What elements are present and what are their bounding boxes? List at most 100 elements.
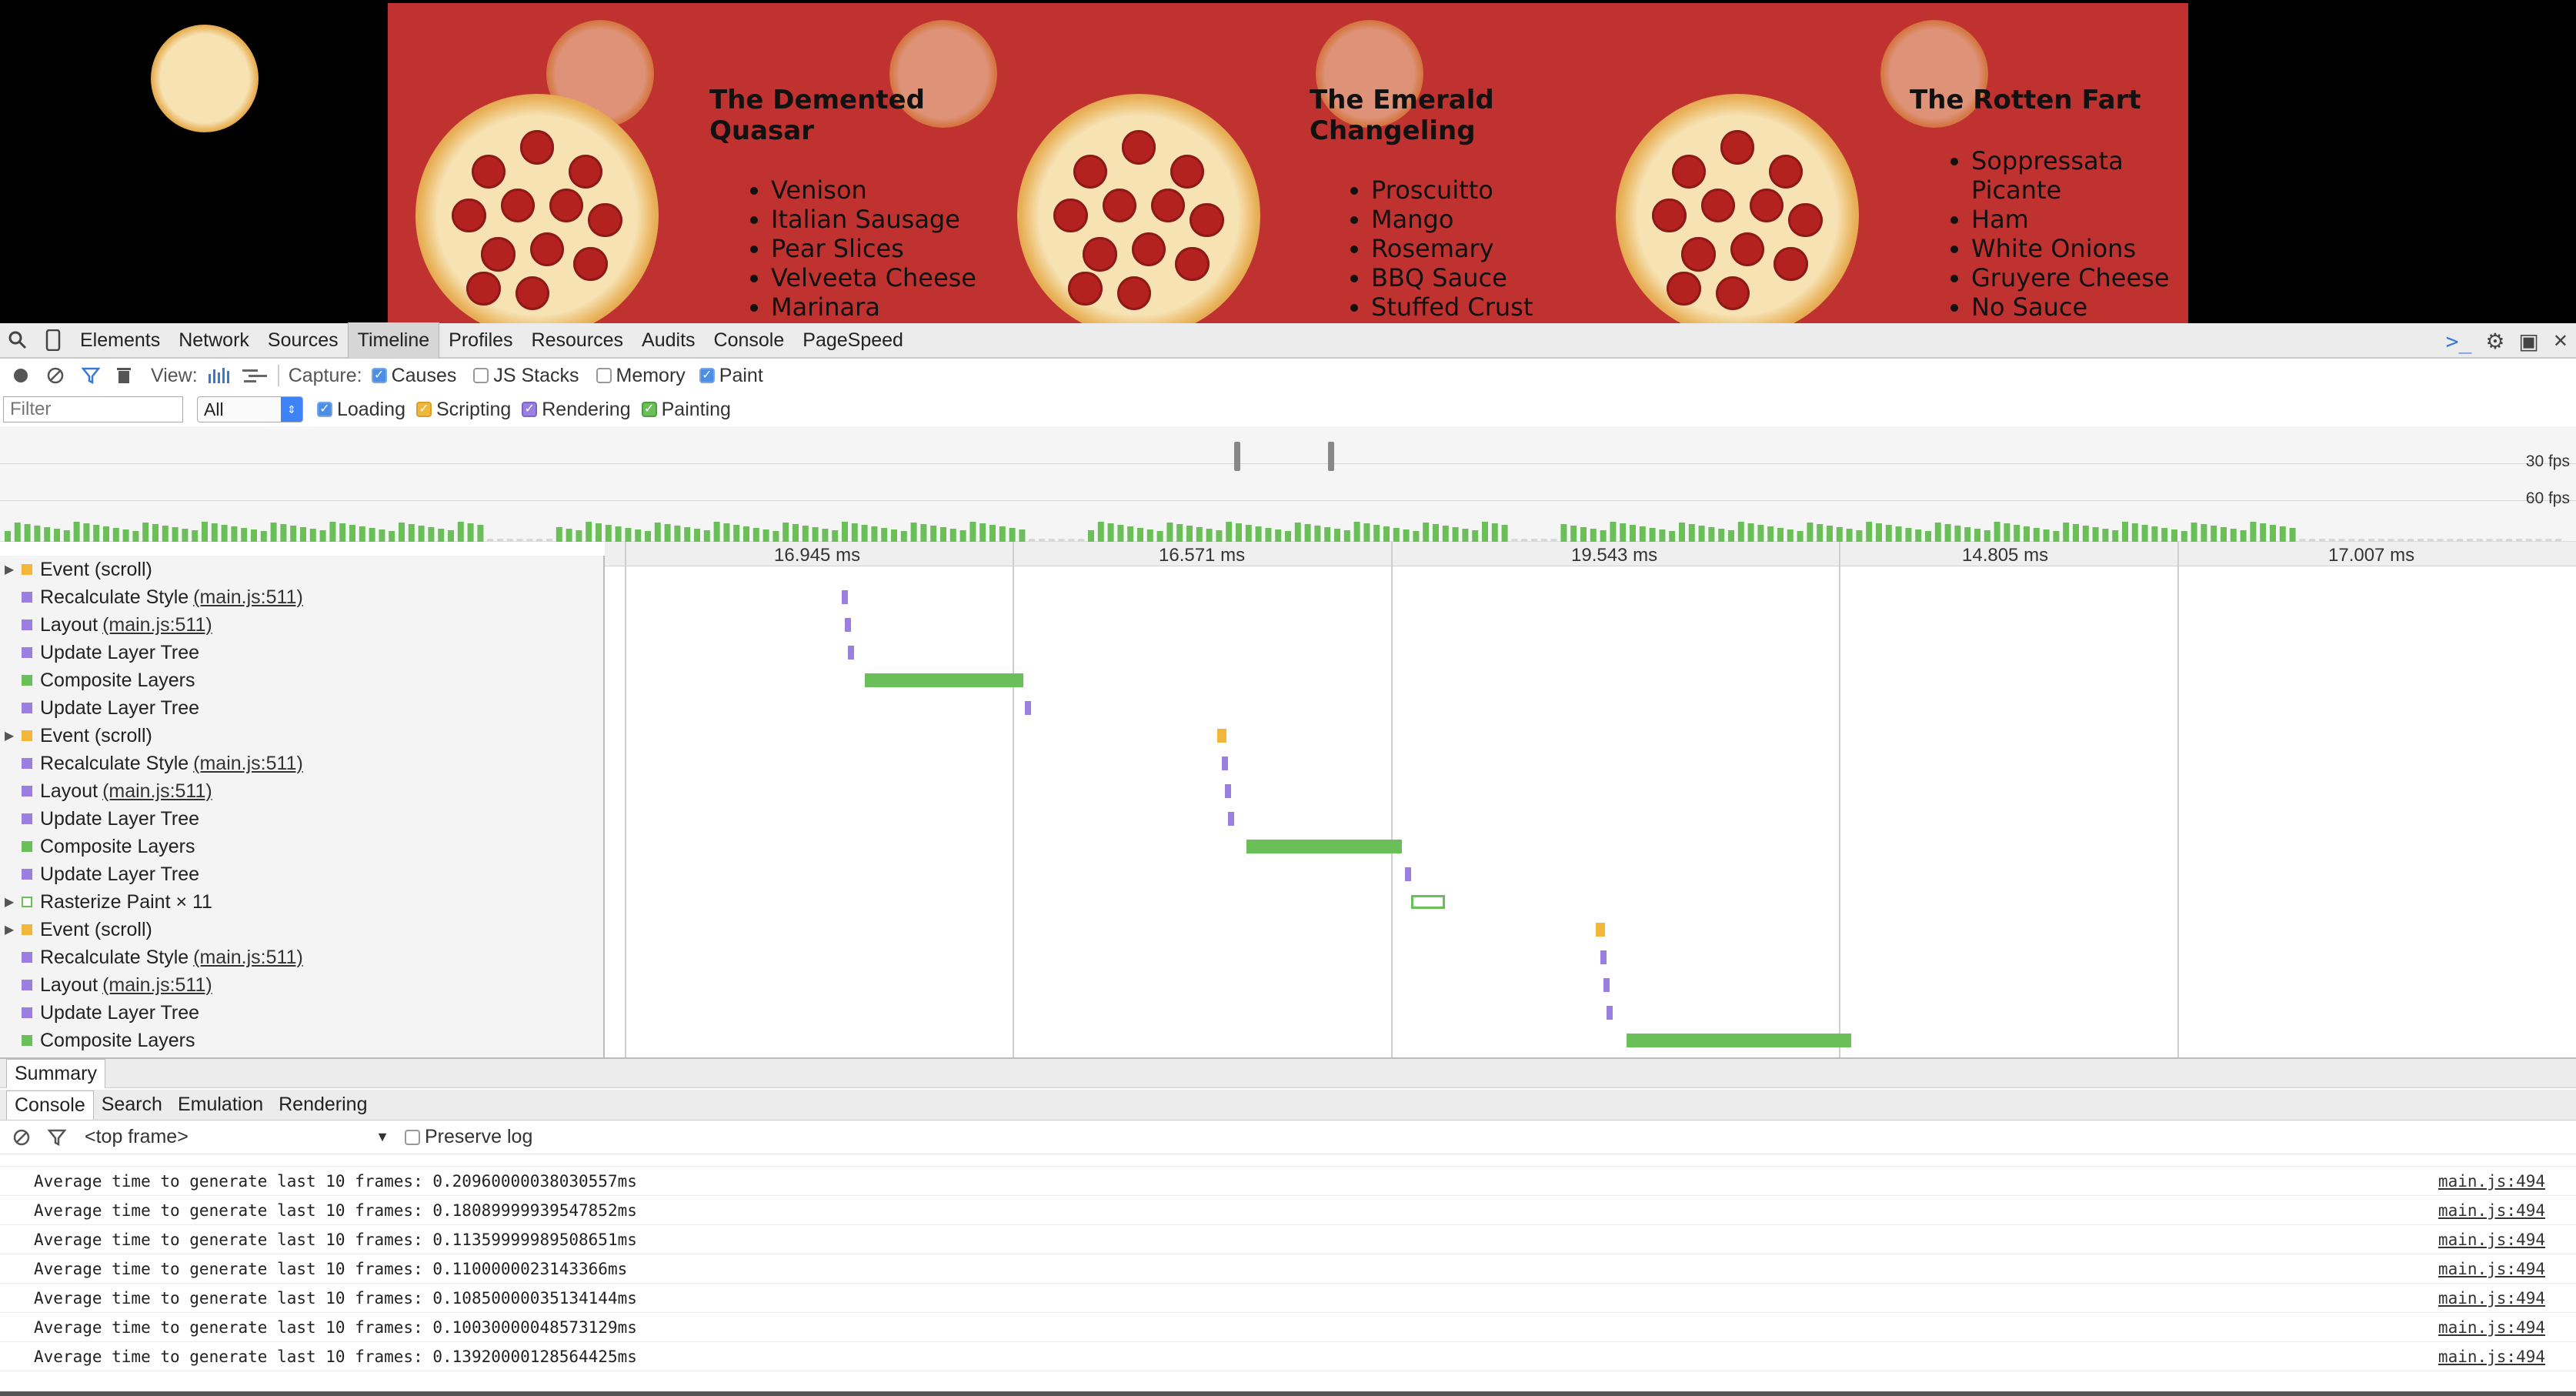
filter-input[interactable]: [3, 396, 183, 422]
event-bar[interactable]: [1607, 1006, 1613, 1020]
tab-rendering[interactable]: Rendering: [271, 1090, 375, 1119]
timeline-record[interactable]: ▶ Rasterize Paint × 11: [0, 888, 603, 916]
pepperoni-icon: [1652, 198, 1687, 233]
timeline-chart[interactable]: 16.945 ms 16.571 ms 19.543 ms 14.805 ms 17.0…: [605, 542, 2576, 1057]
console-source-link[interactable]: main.js:494: [2438, 1201, 2545, 1220]
timeline-record[interactable]: Layout (main.js:511): [0, 971, 603, 999]
tab-emulation[interactable]: Emulation: [170, 1090, 271, 1119]
scripting-checkbox[interactable]: ✓ Scripting: [415, 399, 511, 421]
clear-console-icon[interactable]: [12, 1128, 31, 1147]
tab-network[interactable]: Network: [169, 322, 259, 358]
device-mode-icon[interactable]: [35, 322, 71, 358]
trash-icon[interactable]: [115, 366, 132, 385]
timeline-record[interactable]: Layout (main.js:511): [0, 777, 603, 805]
timeline-record[interactable]: Update Layer Tree: [0, 860, 603, 888]
timeline-record[interactable]: Update Layer Tree: [0, 639, 603, 666]
causes-checkbox[interactable]: ✓ Causes: [371, 365, 456, 387]
event-bar[interactable]: [1228, 812, 1234, 826]
frame-bar: [1728, 530, 1734, 542]
frames-view-icon[interactable]: [207, 366, 232, 385]
checkbox-checked-icon: ✓: [415, 402, 432, 417]
record-icon[interactable]: [12, 367, 29, 384]
record-source-link[interactable]: (main.js:511): [102, 614, 212, 636]
console-drawer-icon[interactable]: >_: [2446, 329, 2472, 354]
tab-profiles[interactable]: Profiles: [439, 322, 522, 358]
record-source-link[interactable]: (main.js:511): [102, 780, 212, 803]
event-bar[interactable]: [1405, 867, 1411, 881]
frame-bar: [920, 524, 927, 542]
paint-checkbox[interactable]: ✓ Paint: [699, 365, 763, 387]
console-source-link[interactable]: main.js:494: [2438, 1231, 2545, 1249]
painting-checkbox[interactable]: ✓ Painting: [641, 399, 731, 421]
timeline-record[interactable]: Composite Layers: [0, 833, 603, 860]
memory-checkbox[interactable]: Memory: [596, 365, 686, 387]
tab-sources[interactable]: Sources: [259, 322, 348, 358]
event-bar[interactable]: [848, 646, 854, 660]
expand-triangle-icon[interactable]: ▶: [5, 922, 14, 937]
event-bar[interactable]: [842, 590, 848, 604]
event-bar[interactable]: [845, 618, 851, 632]
event-bar[interactable]: [1225, 784, 1231, 798]
tab-search[interactable]: Search: [94, 1090, 170, 1119]
event-bar[interactable]: [1411, 895, 1445, 909]
record-source-link[interactable]: (main.js:511): [102, 974, 212, 997]
tab-resources[interactable]: Resources: [522, 322, 633, 358]
tab-elements[interactable]: Elements: [71, 322, 169, 358]
tab-summary[interactable]: Summary: [6, 1058, 105, 1088]
timeline-record[interactable]: Composite Layers: [0, 666, 603, 694]
timeline-record[interactable]: Recalculate Style (main.js:511): [0, 750, 603, 777]
event-bar[interactable]: [1600, 950, 1607, 964]
timeline-record[interactable]: ▶ Event (scroll): [0, 916, 603, 943]
console-source-link[interactable]: main.js:494: [2438, 1348, 2545, 1366]
timeline-record[interactable]: Recalculate Style (main.js:511): [0, 943, 603, 971]
tab-pagespeed[interactable]: PageSpeed: [793, 322, 913, 358]
event-bar[interactable]: [1596, 923, 1605, 937]
timeline-record[interactable]: Update Layer Tree: [0, 805, 603, 833]
event-bar[interactable]: [1627, 1034, 1851, 1047]
event-bar[interactable]: [1603, 978, 1610, 992]
event-bar[interactable]: [1025, 701, 1031, 715]
tab-console-drawer[interactable]: Console: [6, 1090, 94, 1120]
event-bar[interactable]: [865, 673, 1023, 687]
record-source-link[interactable]: (main.js:511): [193, 753, 303, 775]
frame-select[interactable]: <top frame> ▼: [85, 1126, 389, 1148]
event-bar[interactable]: [1222, 756, 1228, 770]
clear-icon[interactable]: [46, 366, 65, 385]
category-select[interactable]: All ⇕: [197, 396, 303, 422]
tab-timeline[interactable]: Timeline: [347, 322, 440, 358]
search-icon[interactable]: [0, 322, 35, 358]
dock-side-icon[interactable]: ▣: [2518, 329, 2538, 354]
expand-triangle-icon[interactable]: ▶: [5, 562, 14, 577]
timeline-record[interactable]: Composite Layers: [0, 1027, 603, 1054]
rendering-checkbox[interactable]: ✓ Rendering: [522, 399, 631, 421]
js-stacks-checkbox[interactable]: JS Stacks: [473, 365, 579, 387]
console-filter-icon[interactable]: [48, 1128, 66, 1147]
timeline-record[interactable]: ▶ Event (scroll): [0, 556, 603, 583]
timeline-record[interactable]: Update Layer Tree: [0, 694, 603, 722]
timeline-record[interactable]: Layout (main.js:511): [0, 611, 603, 639]
tab-audits[interactable]: Audits: [632, 322, 704, 358]
timeline-overview[interactable]: 30 fps 60 fps: [0, 426, 2576, 542]
event-bar[interactable]: [1217, 729, 1226, 743]
tab-console[interactable]: Console: [705, 322, 794, 358]
timeline-record[interactable]: ▶ Event (scroll): [0, 722, 603, 750]
console-source-link[interactable]: main.js:494: [2438, 1318, 2545, 1337]
page-viewport[interactable]: The DementedQuasar VenisonItalian Sausag…: [0, 0, 2576, 323]
filter-icon[interactable]: [82, 366, 100, 385]
console-source-link[interactable]: main.js:494: [2438, 1289, 2545, 1307]
console-source-link[interactable]: main.js:494: [2438, 1172, 2545, 1191]
record-source-link[interactable]: (main.js:511): [193, 947, 303, 969]
close-icon[interactable]: ✕: [2553, 330, 2568, 352]
console-source-link[interactable]: main.js:494: [2438, 1260, 2545, 1278]
loading-checkbox[interactable]: ✓ Loading: [317, 399, 405, 421]
expand-triangle-icon[interactable]: ▶: [5, 728, 14, 743]
timeline-record[interactable]: Recalculate Style (main.js:511): [0, 583, 603, 611]
gear-icon[interactable]: ⚙: [2485, 329, 2504, 354]
events-view-icon[interactable]: [241, 366, 269, 385]
record-label: Update Layer Tree: [40, 807, 200, 830]
event-bar[interactable]: [1246, 840, 1402, 853]
record-source-link[interactable]: (main.js:511): [193, 586, 303, 609]
expand-triangle-icon[interactable]: ▶: [5, 894, 14, 910]
preserve-log-checkbox[interactable]: Preserve log: [405, 1126, 532, 1148]
timeline-record[interactable]: Update Layer Tree: [0, 999, 603, 1027]
